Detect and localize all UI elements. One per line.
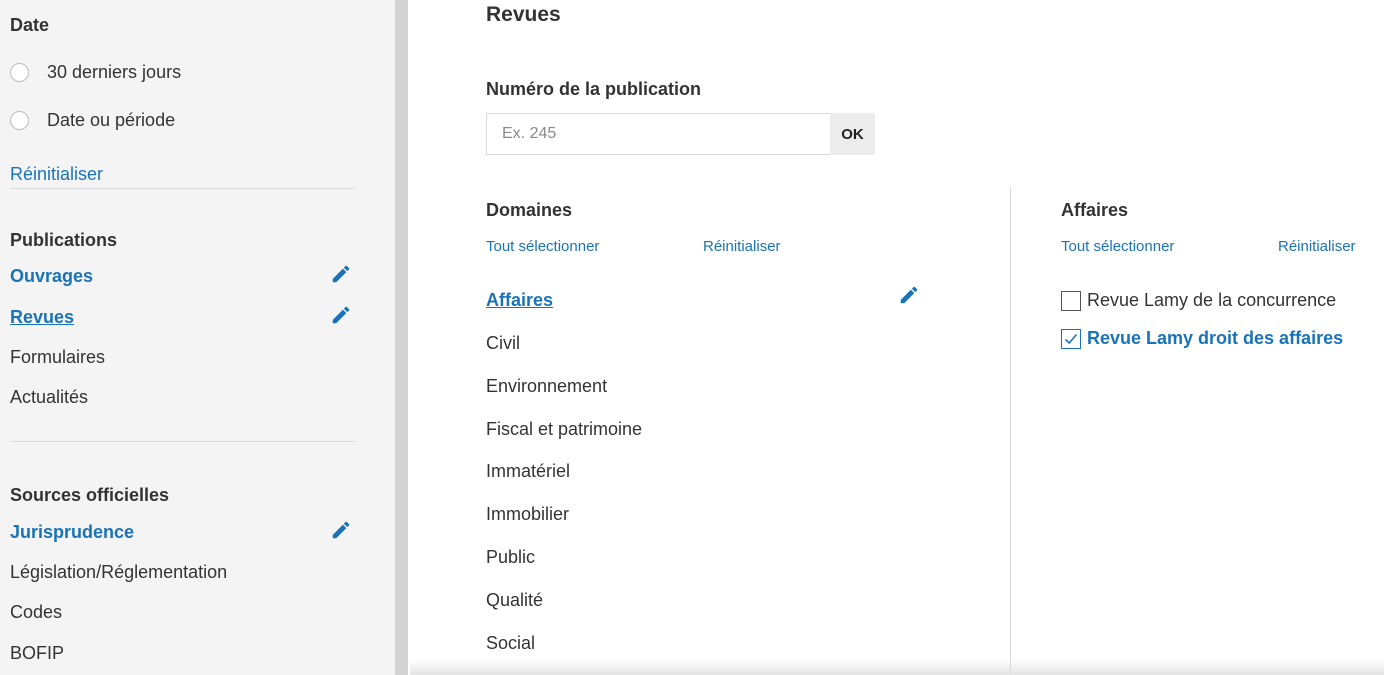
checkmark-icon: [1064, 333, 1078, 344]
checkbox-icon[interactable]: [1061, 290, 1081, 311]
radio-icon[interactable]: [10, 111, 29, 130]
domains-select-all-link[interactable]: Tout sélectionner: [486, 238, 599, 255]
radio-date-range[interactable]: Date ou période: [10, 110, 175, 131]
sidebar-item-revues[interactable]: Revues: [10, 307, 74, 328]
domain-item-qualite[interactable]: Qualité: [486, 590, 543, 611]
domain-item-social[interactable]: Social: [486, 633, 535, 654]
pencil-icon[interactable]: [898, 284, 920, 306]
sidebar-item-jurisprudence[interactable]: Jurisprudence: [10, 522, 134, 543]
filter-sidebar: Date 30 derniers jours Date ou période R…: [0, 0, 395, 675]
pencil-icon[interactable]: [330, 519, 352, 541]
column-divider: [1010, 187, 1011, 675]
page-title: Revues: [486, 3, 561, 26]
sidebar-item-codes[interactable]: Codes: [10, 602, 62, 623]
checkbox-icon[interactable]: [1061, 328, 1081, 349]
scroll-shadow: [410, 659, 1384, 675]
sidebar-scrollbar[interactable]: [395, 0, 408, 675]
sidebar-item-ouvrages[interactable]: Ouvrages: [10, 266, 93, 287]
checkbox-row-concurrence[interactable]: Revue Lamy de la concurrence: [1061, 290, 1336, 311]
divider: [10, 441, 355, 442]
domain-item-environnement[interactable]: Environnement: [486, 376, 607, 397]
radio-last-30-days[interactable]: 30 derniers jours: [10, 62, 181, 83]
affaires-select-all-link[interactable]: Tout sélectionner: [1061, 238, 1174, 255]
domain-item-affaires[interactable]: Affaires: [486, 290, 553, 311]
domain-item-immateriel[interactable]: Immatériel: [486, 461, 570, 482]
radio-label: Date ou période: [47, 110, 176, 130]
checkbox-label: Revue Lamy droit des affaires: [1087, 328, 1344, 348]
domain-item-fiscal[interactable]: Fiscal et patrimoine: [486, 419, 642, 440]
publication-number-label: Numéro de la publication: [486, 79, 702, 99]
domains-reset-link[interactable]: Réinitialiser: [703, 238, 781, 255]
affaires-reset-link[interactable]: Réinitialiser: [1278, 238, 1356, 255]
domain-item-immobilier[interactable]: Immobilier: [486, 504, 569, 525]
radio-icon[interactable]: [10, 63, 29, 82]
affaires-heading: Affaires: [1061, 200, 1129, 220]
pencil-icon[interactable]: [330, 304, 352, 326]
domain-item-public[interactable]: Public: [486, 547, 535, 568]
date-reset-link[interactable]: Réinitialiser: [10, 164, 103, 185]
divider: [10, 188, 355, 189]
checkbox-row-droit-affaires[interactable]: Revue Lamy droit des affaires: [1061, 328, 1343, 349]
date-heading: Date: [10, 15, 50, 35]
radio-label: 30 derniers jours: [47, 62, 182, 82]
domain-item-civil[interactable]: Civil: [486, 333, 520, 354]
sidebar-item-legislation[interactable]: Législation/Réglementation: [10, 562, 227, 583]
ok-button[interactable]: OK: [830, 113, 875, 155]
publications-heading: Publications: [10, 230, 118, 250]
domains-heading: Domaines: [486, 200, 573, 220]
publication-number-input[interactable]: [486, 113, 831, 155]
pencil-icon[interactable]: [330, 263, 352, 285]
sources-heading: Sources officielles: [10, 485, 170, 505]
sidebar-item-formulaires[interactable]: Formulaires: [10, 347, 105, 368]
sidebar-item-bofip[interactable]: BOFIP: [10, 643, 64, 664]
sidebar-item-actualites[interactable]: Actualités: [10, 387, 88, 408]
checkbox-label: Revue Lamy de la concurrence: [1087, 290, 1337, 310]
